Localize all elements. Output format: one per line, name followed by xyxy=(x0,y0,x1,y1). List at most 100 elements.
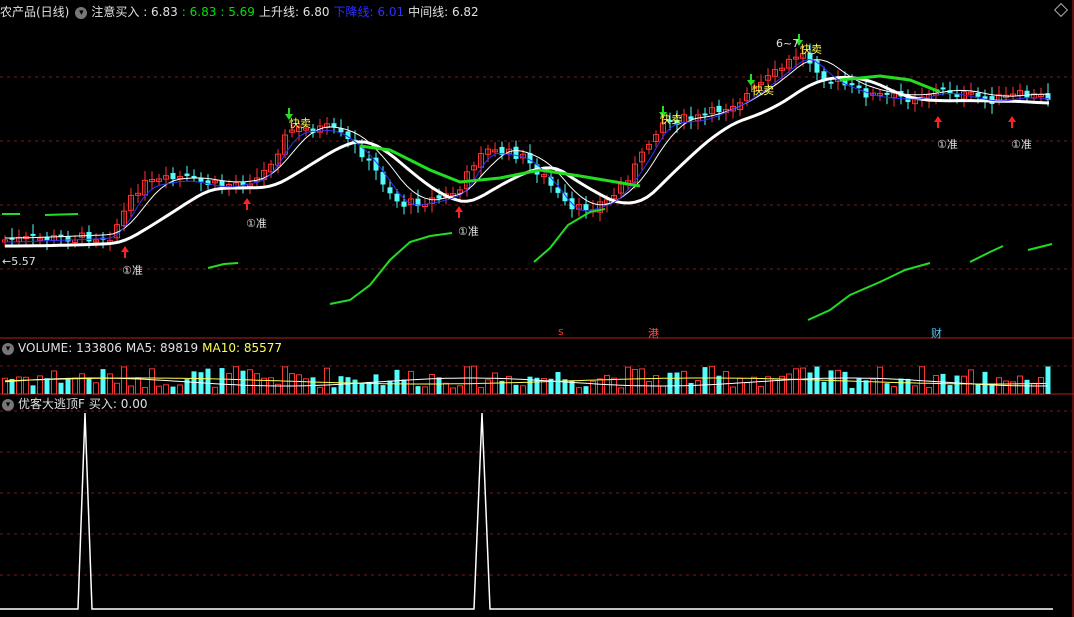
candle-body xyxy=(86,231,92,242)
volume-bar xyxy=(842,371,848,394)
volume-bar xyxy=(863,380,869,394)
volume-bar xyxy=(93,382,99,395)
volume-bar xyxy=(968,369,974,395)
volume-bar xyxy=(345,377,351,394)
candle-body xyxy=(436,195,442,199)
volume-bar xyxy=(401,379,407,394)
up-arrow-icon xyxy=(243,198,251,210)
volume-bar xyxy=(387,380,393,394)
volume-bar xyxy=(576,387,582,395)
green-lower-line xyxy=(329,232,453,305)
volume-bar xyxy=(877,366,883,395)
volume-bar xyxy=(702,367,708,394)
volume-bar xyxy=(849,387,855,394)
grid-lines xyxy=(0,76,1072,576)
candle-body xyxy=(1024,90,1030,98)
volume-bar xyxy=(744,382,750,395)
event-marker-cai[interactable]: 财 xyxy=(931,325,942,341)
volume-bar xyxy=(135,377,141,395)
volume-bar xyxy=(933,374,939,395)
volume-bar xyxy=(51,370,57,395)
volume-bar xyxy=(30,385,36,394)
up-arrow-icon xyxy=(934,116,942,128)
volume-bar xyxy=(758,385,764,395)
volume-bar xyxy=(219,368,225,394)
sell-label: 快卖 xyxy=(660,113,682,126)
green-upper-line xyxy=(44,213,79,216)
volume-bar xyxy=(331,387,337,394)
volume-bar xyxy=(793,368,799,395)
volume-bar xyxy=(436,377,442,394)
volume-bar xyxy=(408,370,414,395)
volume-bar xyxy=(212,386,218,395)
volume-bar xyxy=(520,385,526,395)
low-price-label: ←5.57 xyxy=(2,255,36,268)
volume-bar xyxy=(800,367,806,395)
volume-bar xyxy=(114,382,120,395)
candle-body xyxy=(849,83,855,86)
volume-bar xyxy=(394,369,400,394)
event-marker-gang[interactable]: 港 xyxy=(648,325,659,341)
candle-body xyxy=(856,85,862,88)
volume-bar xyxy=(44,378,50,394)
candle-body xyxy=(184,173,190,177)
volume-bar xyxy=(688,382,694,394)
volume-bar xyxy=(996,377,1002,395)
volume-bar xyxy=(149,368,155,395)
volume-bar xyxy=(807,372,813,394)
volume-bar xyxy=(72,377,78,395)
event-marker-s[interactable]: s xyxy=(558,325,564,338)
volume-bar xyxy=(289,373,295,395)
volume-bar xyxy=(513,384,519,394)
up-arrow-icon xyxy=(121,246,129,258)
candle-body xyxy=(401,201,407,207)
volume-bar xyxy=(891,385,897,395)
zhun-label: ①准 xyxy=(458,225,479,238)
volume-bar xyxy=(380,385,386,394)
volume-bar xyxy=(555,371,561,394)
volume-bar xyxy=(639,368,645,395)
volume-bar xyxy=(240,370,246,394)
volume-bar xyxy=(450,387,456,395)
candle-body xyxy=(387,187,393,194)
volume-bar xyxy=(170,386,176,394)
volume-bar xyxy=(86,378,92,394)
volume-bar xyxy=(667,372,673,394)
blue-ma-line xyxy=(4,58,1050,243)
candle-body xyxy=(940,87,946,90)
volume-bar xyxy=(632,368,638,395)
volume-bar xyxy=(625,366,631,395)
volume-bar xyxy=(1017,375,1023,395)
volume-bar xyxy=(422,386,428,395)
high-price-label: 6~7 xyxy=(776,37,800,50)
volume-bar xyxy=(37,375,43,395)
volume-bar xyxy=(926,386,932,395)
candle-body xyxy=(30,233,36,236)
candle-body xyxy=(975,92,981,97)
zhun-label: ①准 xyxy=(122,264,143,277)
volume-bar xyxy=(247,369,253,395)
volume-bar xyxy=(359,383,365,394)
green-lower-line xyxy=(1027,243,1053,251)
zhun-label: ①准 xyxy=(1011,138,1032,151)
volume-bar xyxy=(296,374,302,395)
volume-bar xyxy=(695,379,701,395)
volume-bar xyxy=(79,373,85,395)
volume-bar xyxy=(177,384,183,395)
volume-bar xyxy=(443,382,449,395)
volume-bar xyxy=(821,381,827,394)
volume-bar xyxy=(786,373,792,395)
candle-body xyxy=(198,178,204,182)
volume-bar xyxy=(709,365,715,395)
volume-bars xyxy=(2,365,1051,395)
candle-body xyxy=(366,158,372,161)
volume-bar xyxy=(58,382,64,394)
green-lower-line xyxy=(533,208,606,263)
zhun-label: ①准 xyxy=(246,217,267,230)
volume-bar xyxy=(1003,380,1009,395)
sell-label: 快卖 xyxy=(800,43,822,56)
chart-canvas[interactable] xyxy=(0,0,1074,617)
volume-bar xyxy=(205,368,211,394)
volume-bar xyxy=(128,385,134,395)
volume-bar xyxy=(674,372,680,394)
